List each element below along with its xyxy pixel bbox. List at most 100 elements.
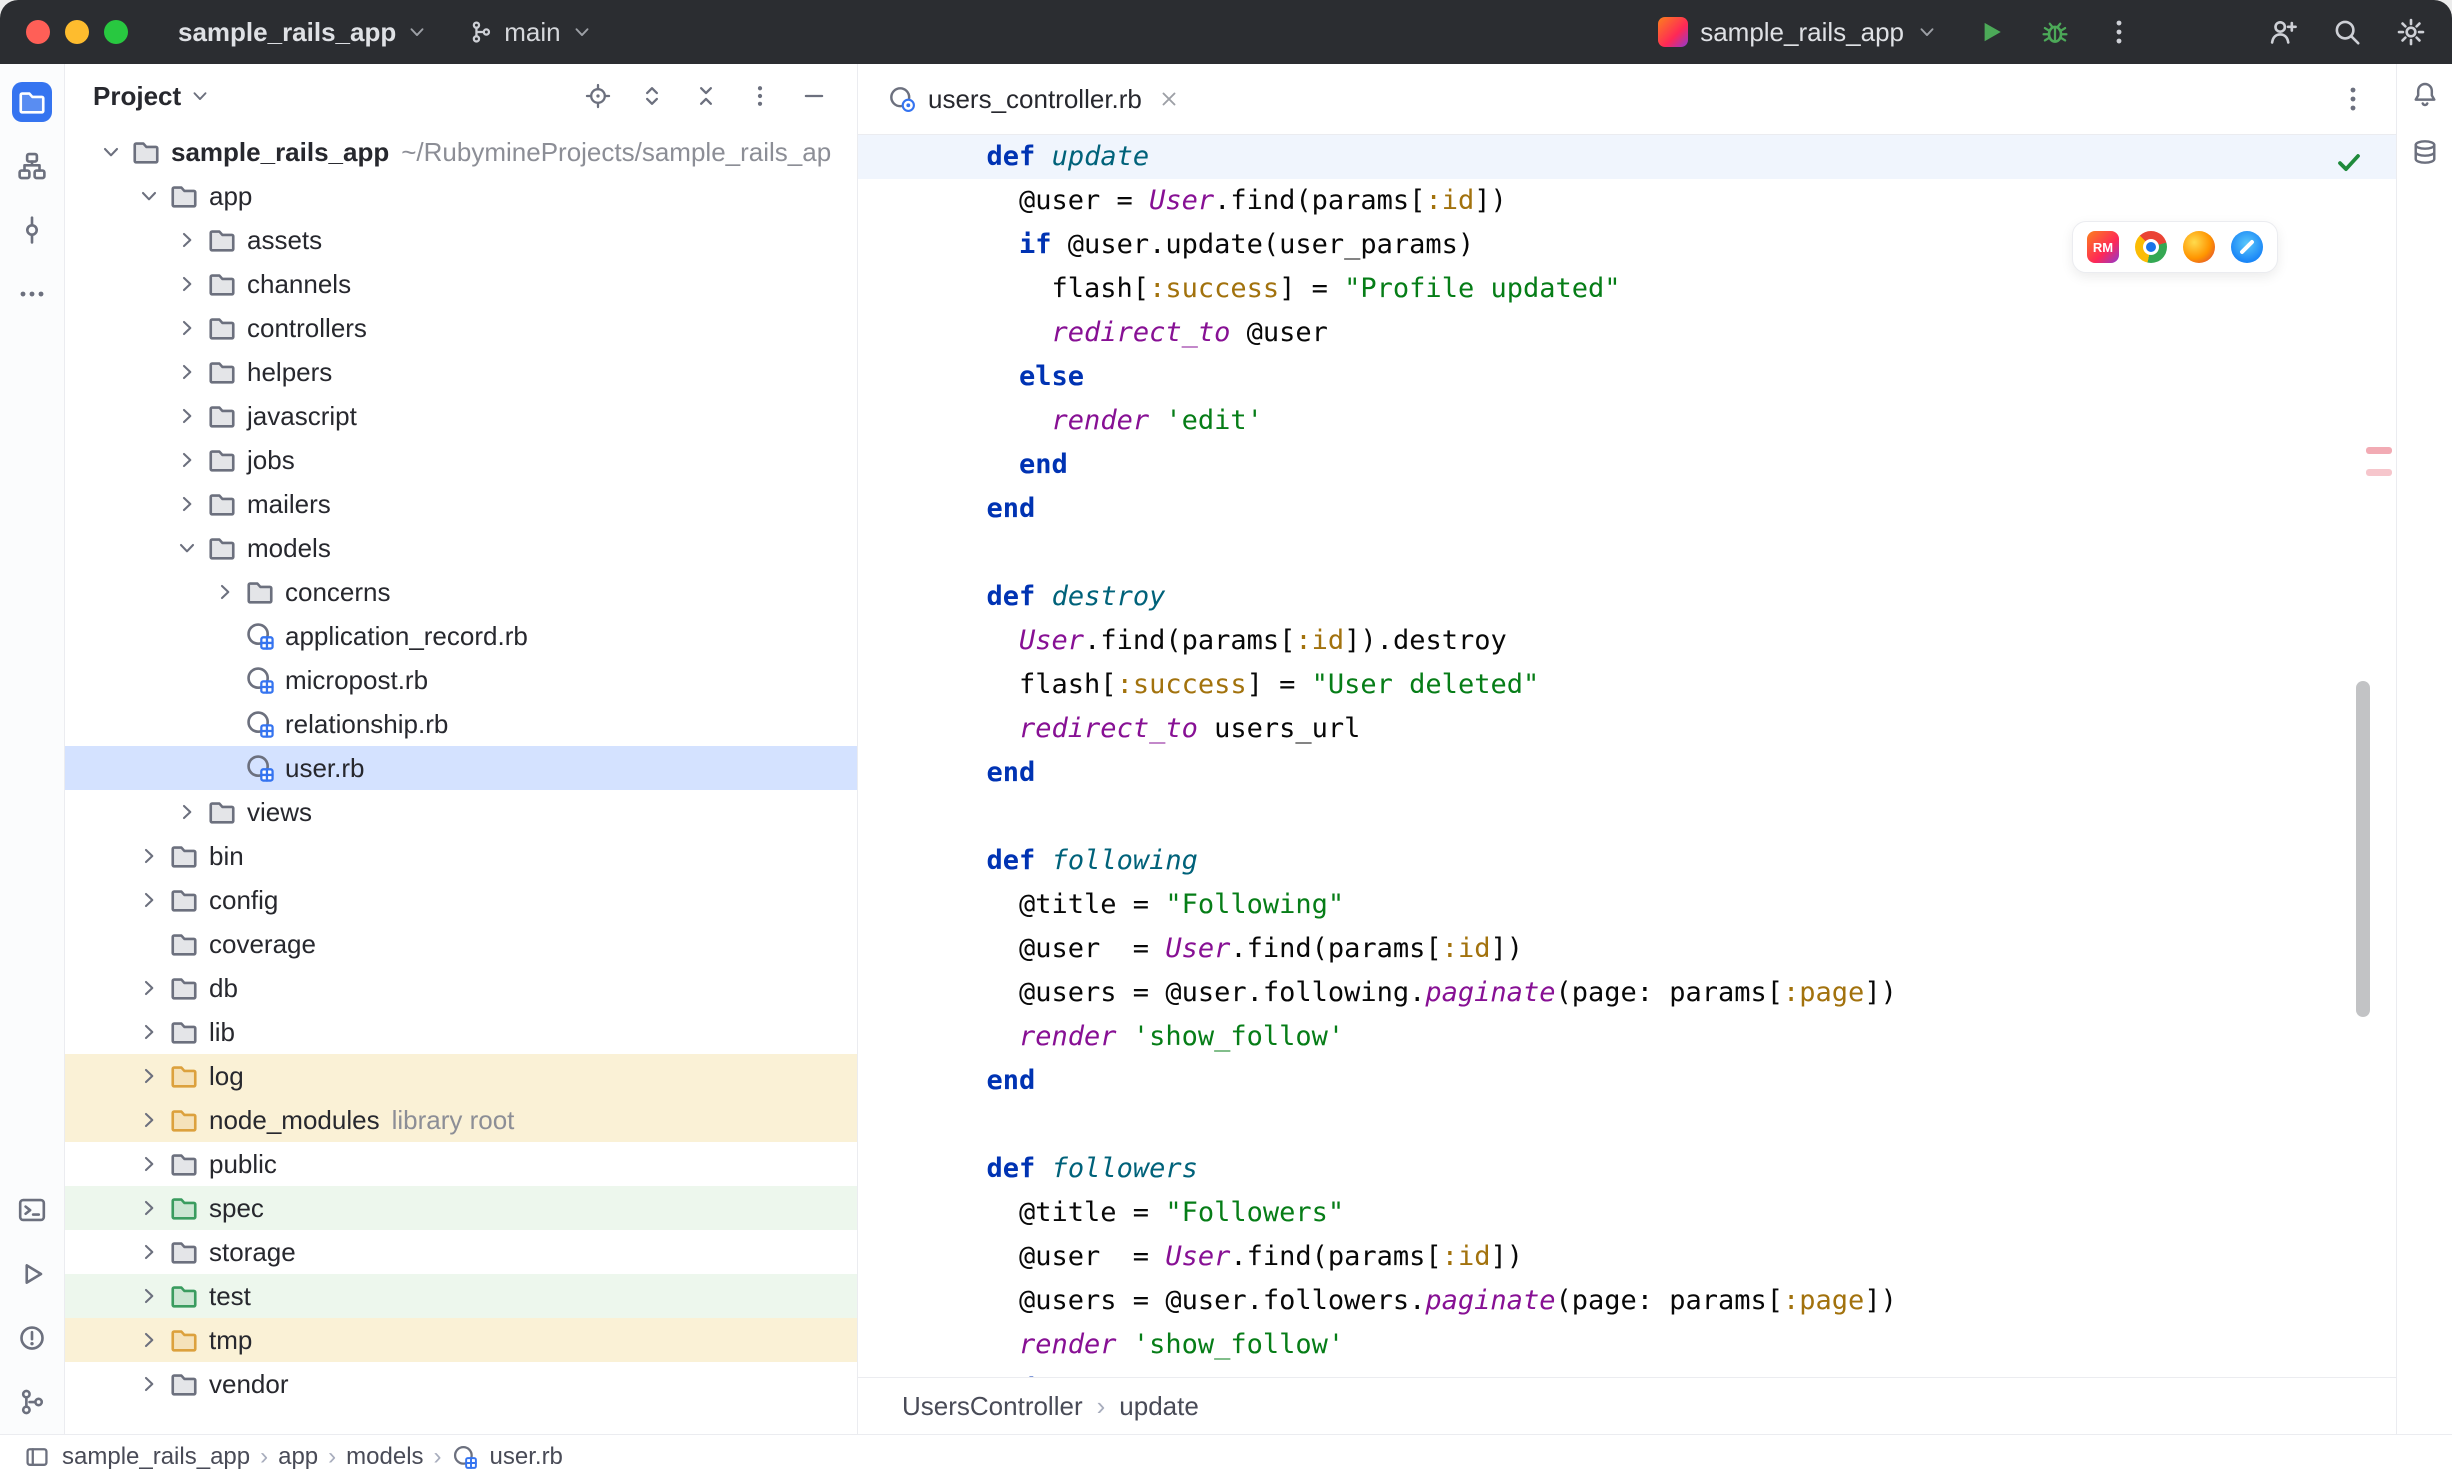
code-line[interactable] <box>858 1103 2396 1147</box>
chevron-right-icon[interactable] <box>175 360 199 384</box>
tree-item-mailers[interactable]: mailers <box>65 482 857 526</box>
chevron-right-icon[interactable] <box>175 448 199 472</box>
chevron-right-icon[interactable] <box>137 1240 161 1264</box>
tree-item-test[interactable]: test <box>65 1274 857 1318</box>
statusbar-crumb-user.rb[interactable]: user.rb <box>490 1443 563 1471</box>
tree-item-app[interactable]: app <box>65 174 857 218</box>
code-line[interactable]: end <box>858 443 2396 487</box>
code-line[interactable]: flash[:success] = "Profile updated" <box>858 267 2396 311</box>
tree-item-public[interactable]: public <box>65 1142 857 1186</box>
safari-browser-icon[interactable] <box>2231 231 2263 263</box>
more-actions-button[interactable] <box>2104 17 2134 47</box>
error-stripe-mark[interactable] <box>2366 447 2392 454</box>
tree-item-jobs[interactable]: jobs <box>65 438 857 482</box>
code-line[interactable] <box>858 795 2396 839</box>
statusbar-crumb-models[interactable]: models <box>346 1443 423 1471</box>
branch-widget[interactable]: main <box>468 17 592 48</box>
rubymine-browser-icon[interactable]: RM <box>2087 231 2119 263</box>
tree-item-micropost.rb[interactable]: micropost.rb <box>65 658 857 702</box>
code-line[interactable]: render 'show_follow' <box>858 1015 2396 1059</box>
zoom-window-button[interactable] <box>104 20 128 44</box>
chevron-right-icon[interactable] <box>175 800 199 824</box>
tree-item-models[interactable]: models <box>65 526 857 570</box>
code-line[interactable]: @user = User.find(params[:id]) <box>858 927 2396 971</box>
code-line[interactable] <box>858 531 2396 575</box>
tree-item-storage[interactable]: storage <box>65 1230 857 1274</box>
settings-button[interactable] <box>2396 17 2426 47</box>
statusbar-crumb-app[interactable]: app <box>278 1443 318 1471</box>
tree-item-tmp[interactable]: tmp <box>65 1318 857 1362</box>
chevron-right-icon[interactable] <box>137 976 161 1000</box>
tree-item-views[interactable]: views <box>65 790 857 834</box>
tree-item-coverage[interactable]: coverage <box>65 922 857 966</box>
code-line[interactable]: redirect_to users_url <box>858 707 2396 751</box>
options-button[interactable] <box>747 83 773 109</box>
run-config-widget[interactable]: sample_rails_app <box>1658 17 1938 48</box>
chevron-right-icon[interactable] <box>137 1064 161 1088</box>
code-line[interactable]: end <box>858 487 2396 531</box>
panel-title[interactable]: Project <box>93 81 181 112</box>
chevron-right-icon[interactable] <box>175 272 199 296</box>
tool-stripe-run-button[interactable] <box>12 1254 52 1294</box>
code-line[interactable]: def following <box>858 839 2396 883</box>
close-window-button[interactable] <box>26 20 50 44</box>
tree-item-controllers[interactable]: controllers <box>65 306 857 350</box>
tree-item-log[interactable]: log <box>65 1054 857 1098</box>
chevron-right-icon[interactable] <box>137 1328 161 1352</box>
run-button[interactable] <box>1976 17 2006 47</box>
tool-stripe-commit-button[interactable] <box>12 210 52 250</box>
breadcrumb-UsersController[interactable]: UsersController <box>902 1391 1083 1422</box>
code-with-me-button[interactable] <box>2268 17 2298 47</box>
expand-all-button[interactable] <box>639 83 665 109</box>
tree-item-application_record.rb[interactable]: application_record.rb <box>65 614 857 658</box>
tool-stripe-more-tool-windows-button[interactable] <box>12 274 52 314</box>
tree-item-spec[interactable]: spec <box>65 1186 857 1230</box>
tab-options-button[interactable] <box>2338 84 2368 114</box>
code-line[interactable]: @title = "Followers" <box>858 1191 2396 1235</box>
chevron-right-icon[interactable] <box>137 1372 161 1396</box>
collapse-all-button[interactable] <box>693 83 719 109</box>
tool-stripe-version-control-button[interactable] <box>12 1382 52 1422</box>
tool-stripe-project-button[interactable] <box>12 82 52 122</box>
code-editor[interactable]: def update @user = User.find(params[:id]… <box>858 135 2396 1377</box>
locate-file-button[interactable] <box>585 83 611 109</box>
chevron-down-icon[interactable] <box>189 85 211 107</box>
code-line[interactable]: @users = @user.followers.paginate(page: … <box>858 1279 2396 1323</box>
chevron-right-icon[interactable] <box>137 1108 161 1132</box>
code-line[interactable]: @user = User.find(params[:id]) <box>858 179 2396 223</box>
code-line[interactable]: def update <box>858 135 2396 179</box>
close-tab-icon[interactable] <box>1158 88 1180 110</box>
code-line[interactable]: flash[:success] = "User deleted" <box>858 663 2396 707</box>
code-line[interactable]: end <box>858 1059 2396 1103</box>
chevron-right-icon[interactable] <box>213 580 237 604</box>
code-line[interactable]: render 'edit' <box>858 399 2396 443</box>
chevron-right-icon[interactable] <box>175 228 199 252</box>
chevron-right-icon[interactable] <box>175 492 199 516</box>
tree-item-channels[interactable]: channels <box>65 262 857 306</box>
tree-item-config[interactable]: config <box>65 878 857 922</box>
firefox-browser-icon[interactable] <box>2183 231 2215 263</box>
search-everywhere-button[interactable] <box>2332 17 2362 47</box>
tree-item-node_modules[interactable]: node_moduleslibrary root <box>65 1098 857 1142</box>
editor-scrollbar[interactable] <box>2356 681 2370 1017</box>
inspections-ok-icon[interactable] <box>2334 147 2364 177</box>
code-line[interactable]: def followers <box>858 1147 2396 1191</box>
tool-stripe-structure-button[interactable] <box>12 146 52 186</box>
chevron-right-icon[interactable] <box>175 404 199 428</box>
tree-item-vendor[interactable]: vendor <box>65 1362 857 1406</box>
code-line[interactable]: redirect_to @user <box>858 311 2396 355</box>
chevron-right-icon[interactable] <box>137 1196 161 1220</box>
debug-button[interactable] <box>2040 17 2070 47</box>
code-line[interactable]: User.find(params[:id]).destroy <box>858 619 2396 663</box>
code-line[interactable]: @user = User.find(params[:id]) <box>858 1235 2396 1279</box>
code-line[interactable]: else <box>858 355 2396 399</box>
chevron-right-icon[interactable] <box>137 1020 161 1044</box>
hide-button[interactable] <box>801 83 827 109</box>
chevron-right-icon[interactable] <box>137 1284 161 1308</box>
tool-stripe-terminal-button[interactable] <box>12 1190 52 1230</box>
tool-stripe-problems-button[interactable] <box>12 1318 52 1358</box>
code-line[interactable]: render 'show_follow' <box>858 1323 2396 1367</box>
chevron-right-icon[interactable] <box>137 1152 161 1176</box>
code-line[interactable]: end <box>858 1367 2396 1377</box>
tree-item-helpers[interactable]: helpers <box>65 350 857 394</box>
